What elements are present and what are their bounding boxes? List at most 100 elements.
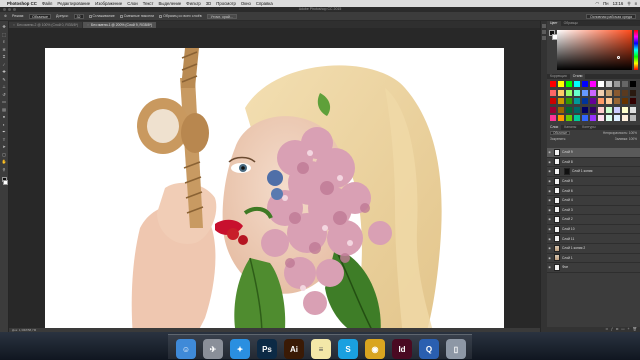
color-swatch[interactable]	[590, 81, 596, 87]
background-color-swatch[interactable]	[3, 180, 8, 185]
layer-row[interactable]: ◉ Фон	[547, 263, 640, 273]
close-tab-icon[interactable]: ×	[13, 23, 15, 27]
properties-panel-icon[interactable]	[542, 30, 546, 34]
dock-chrome-icon[interactable]: ◉	[365, 339, 385, 359]
color-swatch[interactable]	[630, 81, 636, 87]
eyedropper-tool-icon[interactable]: ⁄	[2, 62, 7, 69]
color-swatch[interactable]	[550, 106, 556, 113]
layer-row[interactable]: ◉ Слой 2	[547, 215, 640, 225]
clock-time[interactable]: 13:16	[613, 1, 624, 6]
mode-select[interactable]: Обычные	[29, 13, 51, 19]
layer-row[interactable]: ◉ Слой 8	[547, 158, 640, 168]
menu-app[interactable]: Photoshop CC	[7, 1, 37, 6]
visibility-eye-icon[interactable]: ◉	[547, 227, 552, 231]
path-select-icon[interactable]: ➤	[2, 144, 7, 151]
dock-indesign-icon[interactable]: Id	[392, 339, 412, 359]
color-swatch[interactable]	[622, 98, 628, 105]
color-swatch[interactable]	[630, 89, 636, 96]
hue-slider[interactable]	[634, 30, 638, 70]
sample-all-checkbox[interactable]: Образец со всех слоёв	[159, 14, 202, 18]
color-cursor[interactable]	[617, 56, 620, 59]
history-brush-icon[interactable]: ↺	[2, 92, 7, 99]
color-swatch[interactable]	[598, 89, 604, 96]
crop-tool-icon[interactable]: ⌗	[2, 54, 7, 61]
image-canvas[interactable]	[45, 48, 504, 356]
tab-layers[interactable]: Слои	[547, 125, 562, 130]
close-window-button[interactable]	[3, 8, 6, 11]
refine-edge-button[interactable]: Уточн. край...	[206, 13, 237, 19]
color-swatch[interactable]	[622, 81, 628, 87]
visibility-eye-icon[interactable]: ◉	[547, 198, 552, 202]
menu-file[interactable]: Файл	[42, 1, 53, 6]
tab-channels[interactable]: Каналы	[561, 125, 579, 130]
color-swatch[interactable]	[590, 89, 596, 96]
color-swatch[interactable]	[622, 115, 628, 122]
visibility-eye-icon[interactable]: ◉	[547, 169, 552, 173]
color-swatch[interactable]	[630, 106, 636, 113]
layer-row[interactable]: ◉ Слой 9	[547, 148, 640, 158]
tab-paths[interactable]: Контуры	[579, 125, 598, 130]
color-swatch[interactable]	[574, 115, 580, 122]
color-swatch[interactable]	[574, 89, 580, 96]
layer-row[interactable]: ◉ Слой 5	[547, 177, 640, 187]
saturation-field[interactable]	[557, 30, 632, 70]
color-swatch[interactable]	[598, 98, 604, 105]
wifi-icon[interactable]: ◠	[595, 1, 599, 7]
layer-row[interactable]: ◉ Слой 1 копия 2	[547, 244, 640, 254]
layer-mask-thumbnail[interactable]	[564, 167, 570, 175]
dock-finder-icon[interactable]: ☺	[176, 339, 196, 359]
color-swatch[interactable]	[630, 115, 636, 122]
color-swatch[interactable]	[566, 81, 572, 87]
color-swatch[interactable]	[582, 89, 588, 96]
color-swatch[interactable]	[598, 115, 604, 122]
color-swatch[interactable]	[550, 89, 556, 96]
color-swatch[interactable]	[614, 89, 620, 96]
color-swatch[interactable]	[582, 115, 588, 122]
color-swatch[interactable]	[566, 115, 572, 122]
hand-tool-icon[interactable]: ✋	[2, 159, 7, 166]
eraser-tool-icon[interactable]: ▭	[2, 99, 7, 106]
close-tab-icon[interactable]: ×	[87, 23, 89, 27]
tab-styles[interactable]: Стили	[569, 74, 586, 79]
lasso-tool-icon[interactable]: ℓ	[2, 39, 7, 46]
color-picker[interactable]	[547, 26, 640, 74]
magic-wand-tool-icon[interactable]: ✲	[2, 47, 7, 54]
visibility-eye-icon[interactable]: ◉	[547, 237, 552, 241]
visibility-eye-icon[interactable]: ◉	[547, 150, 552, 154]
color-swatch[interactable]	[574, 81, 580, 87]
workspace-select[interactable]: Основная рабочая среда	[585, 14, 636, 19]
color-swatch[interactable]	[574, 98, 580, 105]
document-workspace[interactable]	[9, 28, 540, 356]
zoom-tool-icon[interactable]: ⚲	[2, 167, 7, 174]
blur-tool-icon[interactable]: ●	[2, 114, 7, 121]
stamp-tool-icon[interactable]: ⊥	[2, 84, 7, 91]
fill-value[interactable]: 100%	[629, 137, 637, 141]
history-panel-icon[interactable]	[542, 24, 546, 28]
brush-tool-icon[interactable]: ✎	[2, 77, 7, 84]
color-swatch[interactable]	[598, 81, 604, 87]
color-swatch[interactable]	[582, 98, 588, 105]
color-swatch[interactable]	[614, 98, 620, 105]
visibility-eye-icon[interactable]: ◉	[547, 189, 552, 193]
dock-illustrator-icon[interactable]: Ai	[284, 339, 304, 359]
marquee-tool-icon[interactable]: ⬚	[2, 32, 7, 39]
tab-adjustments[interactable]: Коррекция	[547, 74, 570, 79]
opacity-value[interactable]: 100%	[629, 131, 637, 135]
zoom-window-button[interactable]	[13, 8, 16, 11]
menu-window[interactable]: Окно	[241, 1, 251, 6]
color-swatch[interactable]	[630, 98, 636, 105]
gradient-tool-icon[interactable]: ▤	[2, 107, 7, 114]
dock-safari-icon[interactable]: ✦	[230, 339, 250, 359]
layer-row[interactable]: ◉ Слой 10	[547, 225, 640, 235]
color-swatch[interactable]	[606, 98, 612, 105]
color-swatch[interactable]	[566, 89, 572, 96]
dock-quicktime-icon[interactable]: Q	[419, 339, 439, 359]
antialias-checkbox[interactable]: Сглаживание	[88, 14, 115, 18]
brush-panel-icon[interactable]	[542, 36, 546, 40]
color-swatch[interactable]	[550, 81, 556, 87]
visibility-eye-icon[interactable]: ◉	[547, 246, 552, 250]
color-swatch[interactable]	[582, 106, 588, 113]
layer-row[interactable]: ◉ Слой 6	[547, 186, 640, 196]
magic-wand-icon[interactable]: ✲	[4, 14, 7, 18]
menu-type[interactable]: Текст	[143, 1, 154, 6]
